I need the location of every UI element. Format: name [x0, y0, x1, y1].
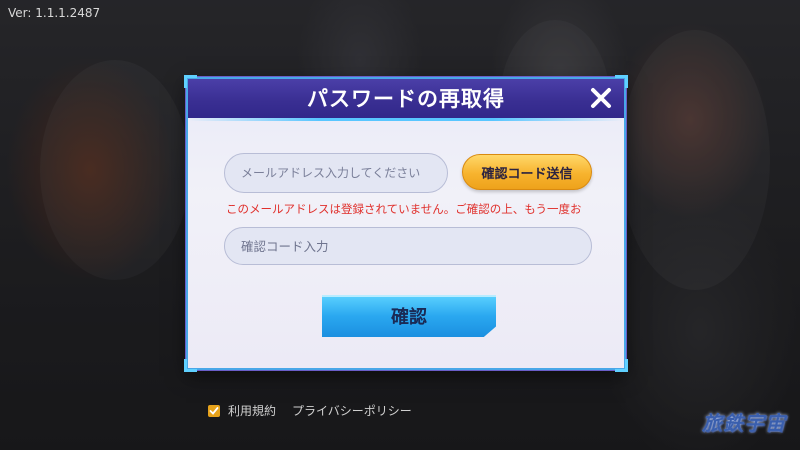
close-icon [591, 88, 611, 108]
close-button[interactable] [588, 85, 614, 111]
dialog-corner [615, 359, 628, 372]
terms-checkbox[interactable] [208, 404, 220, 417]
dialog-corner [184, 359, 197, 372]
error-message: このメールアドレスは登録されていません。ご確認の上、もう一度お [226, 202, 582, 216]
verification-code-input[interactable] [224, 227, 592, 265]
dialog-title: パスワードの再取得 [307, 87, 505, 111]
privacy-policy-link[interactable]: プライバシーポリシー [292, 402, 412, 419]
character-silhouette [620, 30, 770, 290]
confirm-button[interactable]: 確認 [322, 295, 496, 337]
check-icon [209, 406, 219, 415]
character-silhouette [40, 60, 190, 280]
password-reset-dialog: パスワードの再取得 確認コード送信 このメールアドレスは登録されていません。ご確… [184, 75, 628, 372]
game-logo: 旅鉄宇宙 [702, 411, 786, 435]
terms-link[interactable]: 利用規約 [228, 402, 276, 419]
email-input[interactable] [224, 153, 448, 193]
dialog-header: パスワードの再取得 [188, 79, 624, 121]
footer-links: 利用規約 プライバシーポリシー [208, 402, 412, 419]
send-code-button[interactable]: 確認コード送信 [462, 154, 592, 190]
version-label: Ver: 1.1.1.2487 [8, 6, 101, 20]
